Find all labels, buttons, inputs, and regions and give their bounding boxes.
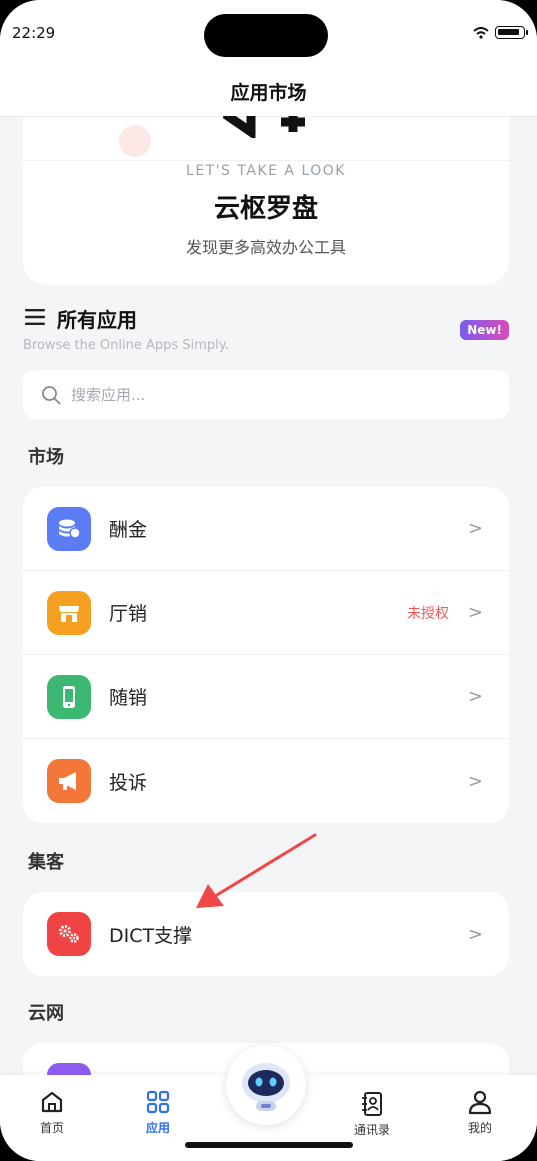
- tab-contacts[interactable]: 通讯录: [332, 1091, 412, 1138]
- chevron-right-icon: >: [467, 686, 483, 707]
- phone-screen: LET'S TAKE A LOOK 云枢罗盘 发现更多高效办公工具 所有应用 B…: [0, 0, 537, 1161]
- section-subtitle: Browse the Online Apps Simply.: [23, 338, 229, 353]
- app-label: 厅销: [109, 603, 148, 625]
- tab-profile[interactable]: 我的: [440, 1089, 520, 1136]
- annotation-arrow: [196, 833, 317, 908]
- hero-card[interactable]: LET'S TAKE A LOOK 云枢罗盘 发现更多高效办公工具: [23, 90, 509, 285]
- unauthorized-status: 未授权: [407, 605, 449, 622]
- section-title: 所有应用: [57, 308, 137, 332]
- app-item-commission[interactable]: 酬金 >: [23, 487, 509, 571]
- app-label: 随销: [109, 687, 148, 709]
- user-icon: [468, 1090, 492, 1115]
- status-icons: [473, 26, 528, 39]
- search-input[interactable]: 搜索应用...: [23, 370, 509, 419]
- grid-icon: [146, 1090, 170, 1114]
- phone-icon: [47, 674, 91, 719]
- app-item-hall-sales[interactable]: 厅销 未授权 >: [23, 571, 509, 655]
- new-badge: New!: [460, 320, 509, 340]
- hero-title: 云枢罗盘: [213, 194, 318, 224]
- store-icon: [47, 590, 91, 635]
- group-label-market: 市场: [28, 447, 64, 468]
- hero-description: 发现更多高效办公工具: [185, 238, 346, 257]
- home-indicator: [185, 1142, 353, 1148]
- gears-icon: [47, 912, 91, 956]
- robot-icon: [242, 1063, 290, 1111]
- dynamic-island: [204, 14, 328, 57]
- search-icon: [42, 385, 61, 404]
- chevron-right-icon: >: [467, 770, 483, 792]
- group-label-cloud-network: 云网: [28, 1003, 64, 1024]
- ai-assistant-button[interactable]: [226, 1045, 306, 1125]
- megaphone-icon: [47, 759, 91, 803]
- menu-icon[interactable]: [25, 309, 45, 325]
- all-apps-header: 所有应用 Browse the Online Apps Simply. New!: [23, 303, 509, 355]
- battery-icon: [495, 26, 528, 39]
- search-placeholder: 搜索应用...: [71, 386, 146, 404]
- tab-label: 通讯录: [353, 1123, 390, 1137]
- app-item-complaint[interactable]: 投诉 >: [23, 739, 509, 823]
- chevron-right-icon: >: [467, 518, 483, 539]
- tab-label: 我的: [467, 1121, 492, 1135]
- app-label: DICT支撑: [109, 924, 193, 947]
- tab-label: 应用: [145, 1121, 170, 1135]
- market-app-list: 酬金 > 厅销 未授权 > 随销 > 投诉 >: [23, 487, 509, 823]
- page-title: 应用市场: [230, 82, 307, 104]
- contacts-icon: [362, 1092, 382, 1116]
- app-label: 酬金: [109, 519, 148, 541]
- tab-home[interactable]: 首页: [12, 1089, 92, 1136]
- chevron-right-icon: >: [467, 602, 483, 623]
- status-time: 22:29: [12, 24, 56, 42]
- app-item-follow-sales[interactable]: 随销 >: [23, 655, 509, 739]
- hero-decoration-dot: [119, 125, 151, 157]
- hero-divider: [23, 160, 509, 161]
- top-bar: 22:29 应用市场: [0, 0, 537, 116]
- app-label: 投诉: [109, 771, 148, 794]
- tab-apps[interactable]: 应用: [118, 1089, 198, 1136]
- coins-icon: [47, 506, 91, 551]
- tab-label: 首页: [39, 1121, 64, 1135]
- group-label-enterprise: 集客: [28, 852, 64, 873]
- home-icon: [41, 1091, 63, 1113]
- wifi-icon: [473, 26, 489, 39]
- hero-subtitle: LET'S TAKE A LOOK: [186, 163, 346, 179]
- chevron-right-icon: >: [467, 923, 483, 945]
